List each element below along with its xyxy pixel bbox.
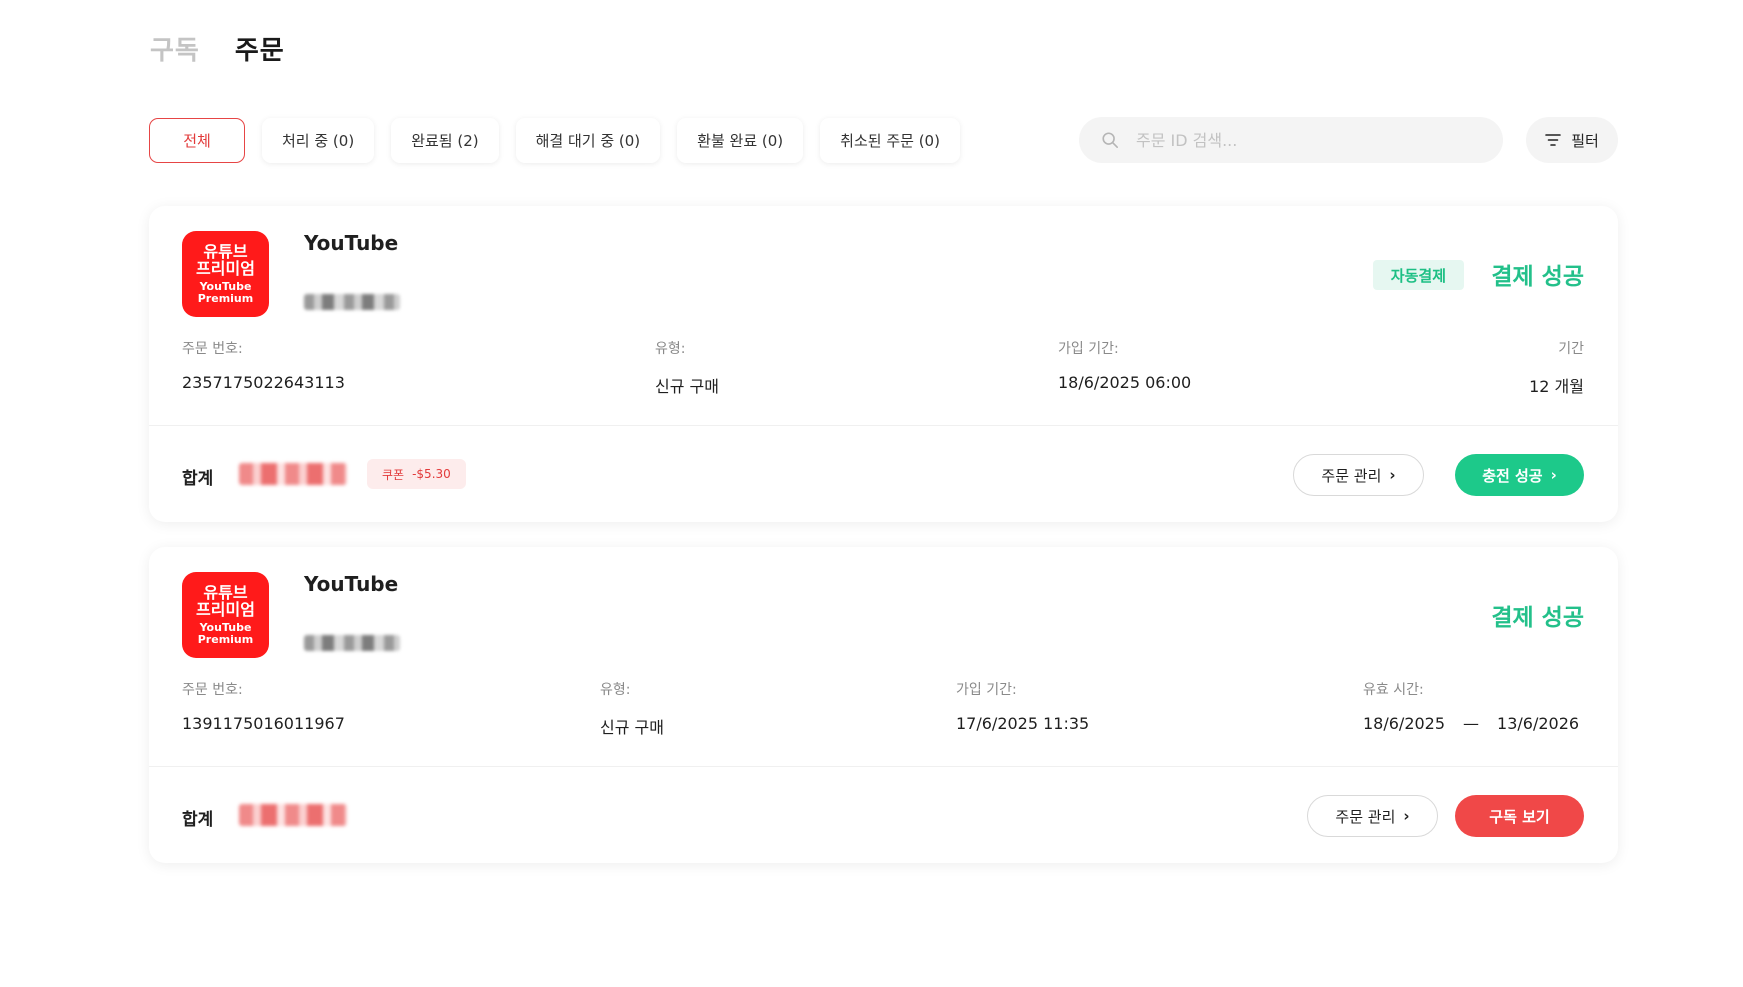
period-value: 12 개월 bbox=[1529, 377, 1584, 396]
auto-pay-badge: 자동결제 bbox=[1372, 260, 1464, 290]
order-card-header: 유튜브 프리미엄 YouTube Premium YouTube 자동결제 결제… bbox=[149, 206, 1618, 425]
logo-text-line1: 유튜브 bbox=[203, 582, 248, 602]
coupon-amount: -$5.30 bbox=[412, 467, 451, 481]
coupon-badge: 쿠폰 -$5.30 bbox=[367, 459, 466, 489]
youtube-premium-logo: 유튜브 프리미엄 YouTube Premium bbox=[182, 231, 269, 317]
service-name: YouTube bbox=[304, 231, 399, 255]
joined-date-label: 가입 기간: bbox=[1058, 341, 1119, 357]
total-label: 합계 bbox=[182, 469, 214, 489]
payment-status: 결제 성공 bbox=[1491, 264, 1584, 290]
filter-cancelled[interactable]: 취소된 주문 (0) bbox=[820, 118, 960, 163]
chevron-right-icon: › bbox=[1403, 806, 1410, 825]
filter-pending-resolution[interactable]: 해결 대기 중 (0) bbox=[515, 118, 661, 163]
joined-date-label: 가입 기간: bbox=[956, 682, 1017, 698]
total-label: 합계 bbox=[182, 810, 214, 830]
view-subscription-button[interactable]: 구독 보기 bbox=[1455, 795, 1584, 837]
logo-text-line2: 프리미엄 bbox=[196, 259, 255, 279]
chevron-right-icon: › bbox=[1550, 465, 1557, 484]
recharge-success-button[interactable]: 충전 성공 › bbox=[1455, 454, 1584, 496]
valid-separator: — bbox=[1463, 714, 1480, 733]
order-card: 유튜브 프리미엄 YouTube Premium YouTube 자동결제 결제… bbox=[149, 206, 1618, 522]
order-search[interactable] bbox=[1079, 117, 1503, 163]
chevron-right-icon: › bbox=[1389, 465, 1396, 484]
filter-icon bbox=[1545, 134, 1561, 146]
redacted-account bbox=[304, 294, 400, 310]
logo-text-line1: 유튜브 bbox=[203, 241, 248, 261]
manage-order-label: 주문 관리 bbox=[1335, 807, 1396, 826]
coupon-label: 쿠폰 bbox=[382, 467, 405, 482]
order-card-footer: 합계 주문 관리 › 구독 보기 bbox=[149, 766, 1618, 863]
order-number: 2357175022643113 bbox=[182, 373, 345, 392]
payment-status: 결제 성공 bbox=[1491, 605, 1584, 631]
valid-period-label: 유효 시간: bbox=[1363, 682, 1424, 698]
order-card: 유튜브 프리미엄 YouTube Premium YouTube 결제 성공 주… bbox=[149, 547, 1618, 863]
manage-order-button[interactable]: 주문 관리 › bbox=[1307, 795, 1438, 837]
recharge-success-label: 충전 성공 bbox=[1482, 466, 1543, 485]
order-type: 신규 구매 bbox=[655, 377, 719, 396]
period-label: 기간 bbox=[1558, 341, 1584, 357]
order-type: 신규 구매 bbox=[600, 718, 664, 737]
order-number-label: 주문 번호: bbox=[182, 682, 243, 698]
order-number-label: 주문 번호: bbox=[182, 341, 243, 357]
logo-text-line4: Premium bbox=[197, 292, 254, 306]
status-filter-bar: 전체 처리 중 (0) 완료됨 (2) 해결 대기 중 (0) 환불 완료 (0… bbox=[149, 118, 960, 163]
redacted-account bbox=[304, 635, 400, 651]
valid-period: 18/6/2025 — 13/6/2026 bbox=[1363, 714, 1579, 733]
manage-order-label: 주문 관리 bbox=[1321, 466, 1382, 485]
page-tabs: 구독 주문 bbox=[150, 30, 285, 67]
tab-orders[interactable]: 주문 bbox=[235, 30, 285, 67]
redacted-total-amount bbox=[239, 463, 347, 485]
service-name: YouTube bbox=[304, 572, 399, 596]
youtube-premium-logo: 유튜브 프리미엄 YouTube Premium bbox=[182, 572, 269, 658]
filter-all[interactable]: 전체 bbox=[149, 118, 245, 163]
joined-date: 17/6/2025 11:35 bbox=[956, 714, 1090, 733]
order-card-footer: 합계 쿠폰 -$5.30 주문 관리 › 충전 성공 › bbox=[149, 425, 1618, 522]
order-type-label: 유형: bbox=[600, 682, 631, 698]
order-search-input[interactable] bbox=[1136, 130, 1466, 150]
search-icon bbox=[1102, 132, 1119, 149]
joined-date: 18/6/2025 06:00 bbox=[1058, 373, 1192, 392]
filter-processing[interactable]: 처리 중 (0) bbox=[262, 118, 375, 163]
order-card-header: 유튜브 프리미엄 YouTube Premium YouTube 결제 성공 주… bbox=[149, 547, 1618, 766]
filter-refunded[interactable]: 환불 완료 (0) bbox=[677, 118, 804, 163]
valid-to: 13/6/2026 bbox=[1497, 714, 1580, 733]
redacted-total-amount bbox=[239, 804, 347, 826]
view-subscription-label: 구독 보기 bbox=[1489, 807, 1550, 826]
tab-subscriptions[interactable]: 구독 bbox=[150, 30, 200, 67]
filter-button-label: 필터 bbox=[1571, 131, 1599, 150]
order-type-label: 유형: bbox=[655, 341, 686, 357]
filter-completed[interactable]: 완료됨 (2) bbox=[391, 118, 499, 163]
order-number: 1391175016011967 bbox=[182, 714, 345, 733]
filter-button[interactable]: 필터 bbox=[1526, 117, 1618, 163]
logo-text-line2: 프리미엄 bbox=[196, 600, 255, 620]
valid-from: 18/6/2025 bbox=[1363, 714, 1446, 733]
manage-order-button[interactable]: 주문 관리 › bbox=[1293, 454, 1424, 496]
logo-text-line4: Premium bbox=[197, 633, 254, 647]
orders-page: 구독 주문 전체 처리 중 (0) 완료됨 (2) 해결 대기 중 (0) 환불… bbox=[0, 0, 1743, 987]
